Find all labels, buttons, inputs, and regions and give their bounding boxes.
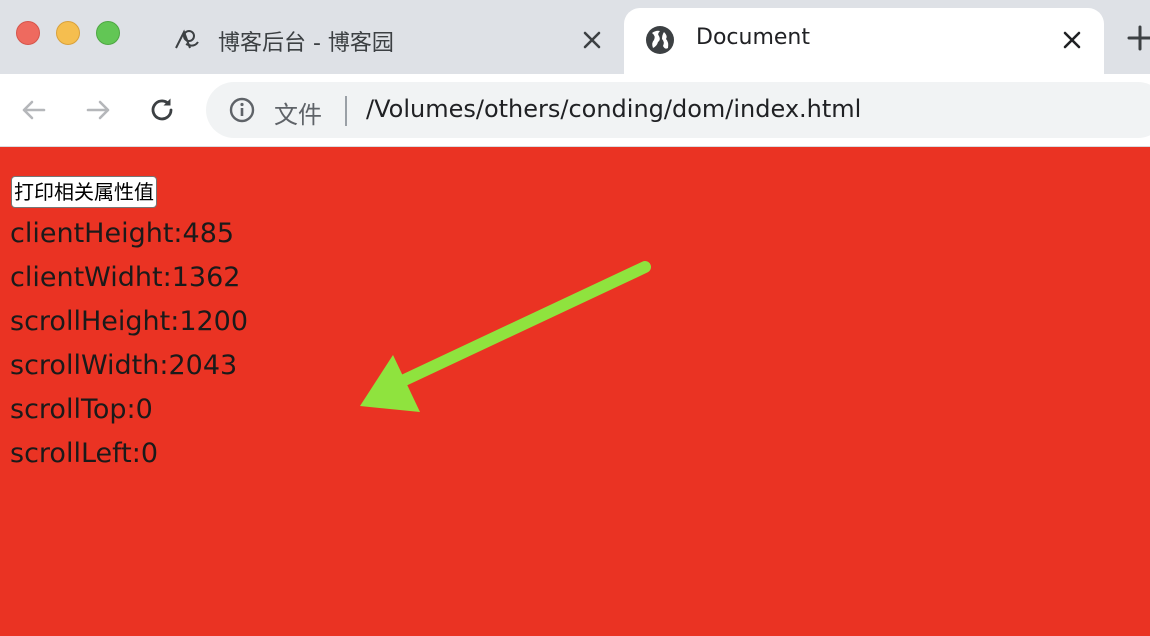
metric-label: clientWidht [10, 262, 163, 293]
metric-label: scrollTop [10, 394, 127, 425]
metric-value: 2043 [168, 350, 238, 381]
tab-title: 博客后台 - 博客园 [218, 31, 394, 56]
globe-icon [646, 26, 674, 54]
metric-value: 0 [140, 438, 159, 469]
metric-scroll-height: scrollHeight:1200 [10, 306, 249, 337]
reload-icon[interactable] [146, 94, 178, 126]
forward-arrow-icon[interactable] [82, 94, 114, 126]
back-arrow-icon[interactable] [18, 94, 50, 126]
address-bar[interactable]: 文件 /Volumes/others/conding/dom/index.htm… [206, 82, 1150, 138]
metric-label: scrollLeft [10, 438, 132, 469]
cnblogs-logo-icon [175, 29, 199, 49]
metric-label: scrollWidth [10, 350, 160, 381]
tab-blog-admin[interactable]: 博客后台 - 博客园 [150, 8, 620, 74]
close-icon[interactable] [1058, 26, 1086, 54]
tab-strip: 博客后台 - 博客园 Document [0, 0, 1150, 74]
window-close-button[interactable] [16, 21, 40, 45]
tab-document[interactable]: Document [624, 8, 1104, 74]
tab-title: Document [696, 25, 810, 50]
metric-label: scrollHeight [10, 306, 171, 337]
browser-toolbar: 文件 /Volumes/others/conding/dom/index.htm… [0, 74, 1150, 147]
window-zoom-button[interactable] [96, 21, 120, 45]
metric-value: 485 [182, 218, 235, 249]
print-properties-button[interactable]: 打印相关属性值 [11, 176, 157, 208]
metric-value: 1200 [179, 306, 249, 337]
page-viewport: 打印相关属性值 clientHeight:485 clientWidht:136… [0, 147, 1150, 636]
metric-scroll-left: scrollLeft:0 [10, 438, 159, 469]
metric-scroll-width: scrollWidth:2043 [10, 350, 238, 381]
metric-value: 1362 [171, 262, 241, 293]
close-icon[interactable] [578, 26, 606, 54]
window-minimize-button[interactable] [56, 21, 80, 45]
metric-scroll-top: scrollTop:0 [10, 394, 153, 425]
plus-icon[interactable] [1126, 24, 1150, 52]
metric-value: 0 [135, 394, 153, 425]
metric-client-width: clientWidht:1362 [10, 262, 241, 293]
url-text[interactable]: /Volumes/others/conding/dom/index.html [366, 95, 861, 123]
security-label: 文件 [274, 101, 322, 129]
omnibox-divider [345, 96, 347, 126]
metric-label: clientHeight [10, 218, 174, 249]
info-icon[interactable] [228, 96, 256, 124]
metric-client-height: clientHeight:485 [10, 218, 235, 249]
